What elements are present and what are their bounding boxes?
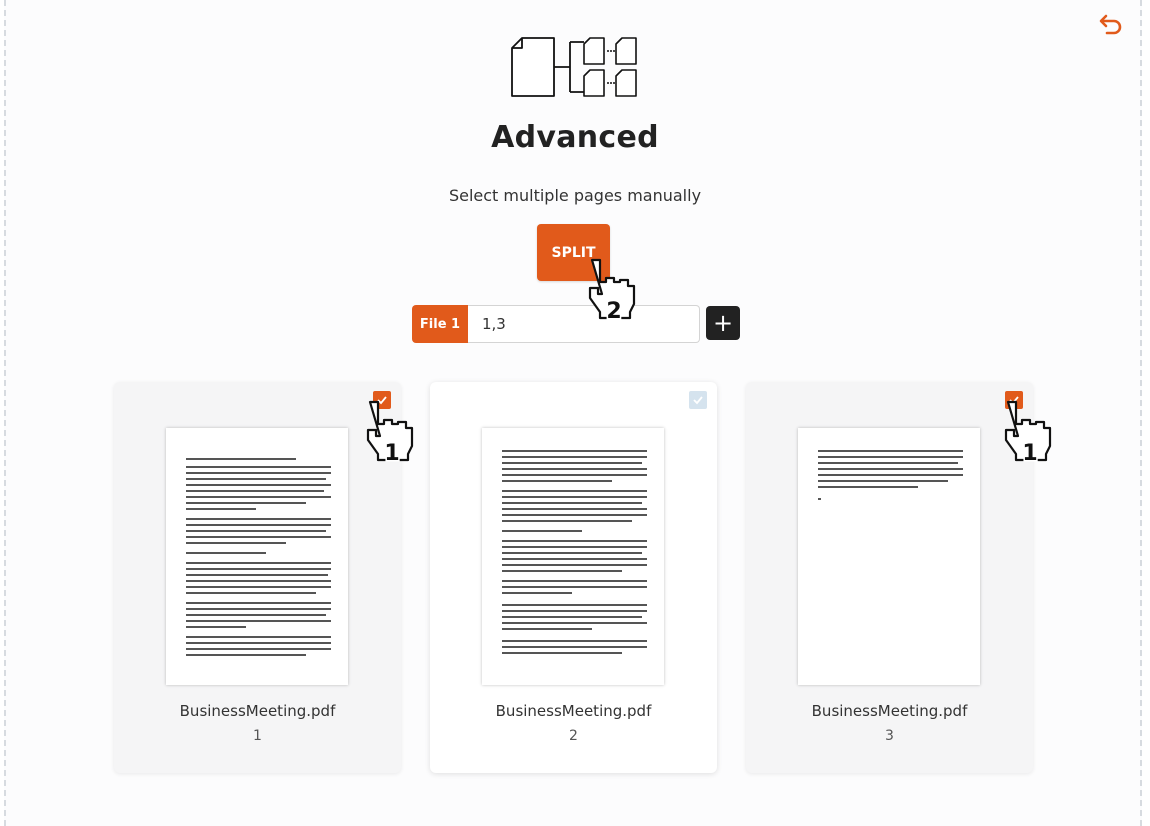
cursor-step-label: 2 — [606, 299, 621, 324]
page-title: Advanced — [491, 120, 659, 155]
file-name: BusinessMeeting.pdf — [811, 702, 968, 720]
check-icon — [693, 396, 703, 405]
page-checkbox[interactable] — [689, 391, 707, 409]
pointer-cursor-annotation-2: 2 — [582, 256, 638, 326]
cursor-step-label: 1 — [1022, 441, 1037, 466]
file-tag: File 1 — [412, 305, 468, 343]
undo-icon[interactable] — [1096, 12, 1124, 40]
pointer-cursor-annotation-3: 1 — [998, 398, 1054, 468]
page-subtitle: Select multiple pages manually — [448, 186, 702, 205]
page-number: 3 — [885, 728, 894, 744]
add-range-button[interactable]: + — [706, 306, 740, 340]
split-document-icon — [508, 34, 640, 100]
pointer-cursor-annotation-1: 1 — [360, 398, 416, 468]
page-card-2[interactable]: BusinessMeeting.pdf 2 — [430, 382, 717, 773]
page-thumbnail — [166, 428, 348, 685]
page-number: 2 — [569, 728, 578, 744]
file-name: BusinessMeeting.pdf — [179, 702, 336, 720]
page-card-3[interactable]: BusinessMeeting.pdf 3 — [746, 382, 1033, 773]
page-thumbnail — [482, 428, 664, 685]
page-card-1[interactable]: BusinessMeeting.pdf 1 — [114, 382, 401, 773]
cursor-step-label: 1 — [384, 441, 399, 466]
page-number: 1 — [253, 728, 262, 744]
page-thumbnail — [798, 428, 980, 685]
file-name: BusinessMeeting.pdf — [495, 702, 652, 720]
